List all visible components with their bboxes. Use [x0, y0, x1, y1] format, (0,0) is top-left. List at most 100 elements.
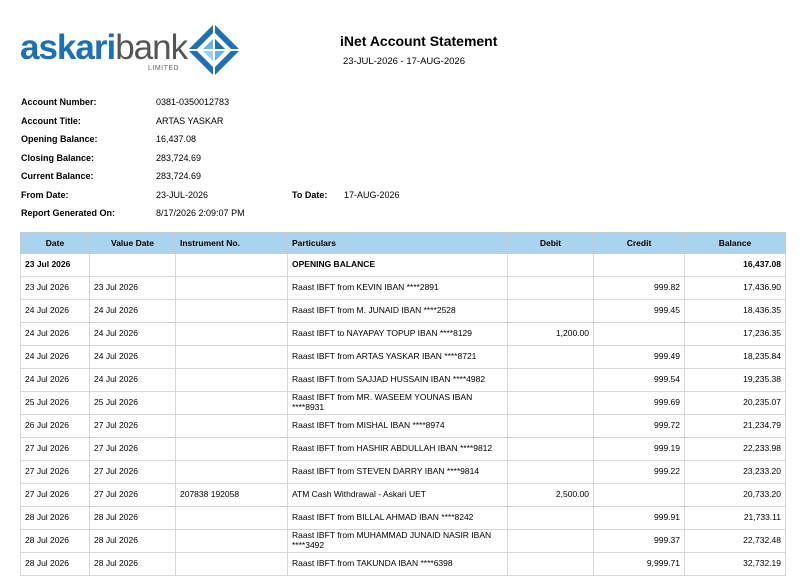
table-row: 24 Jul 2026 24 Jul 2026 Raast IBFT from M.…: [20, 299, 786, 323]
value-date-cell: 28 Jul 2026: [89, 552, 176, 576]
particulars-cell: Raast IBFT from MUHAMMAD JUNAID NASIR IB…: [287, 529, 508, 553]
account-title-value: ARTAS YASKAR: [156, 115, 224, 126]
date-cell: 23 Jul 2026: [20, 253, 90, 277]
instrument-cell: [175, 437, 288, 461]
value-date-cell: 24 Jul 2026: [89, 322, 176, 346]
table-row: 27 Jul 2026 27 Jul 2026 Raast IBFT from ST…: [20, 460, 786, 484]
report-generated-value: 8/17/2026 2:09:07 PM: [156, 208, 245, 218]
value-date-cell: 27 Jul 2026: [89, 483, 176, 507]
table-row: 26 Jul 2026 27 Jul 2026 Raast IBFT from MI…: [20, 414, 786, 438]
debit-cell: [507, 253, 594, 277]
col-header-value-date: Value Date: [89, 232, 176, 254]
particulars-cell: Raast IBFT from MR. WASEEM YOUNAS IBAN *…: [287, 391, 508, 415]
debit-cell: [507, 368, 594, 392]
instrument-cell: [175, 253, 288, 277]
closing-balance-label: Closing Balance:: [21, 152, 95, 163]
table-row: 28 Jul 2026 28 Jul 2026 Raast IBFT from TA…: [20, 552, 786, 576]
instrument-cell: [175, 552, 288, 576]
report-generated-label: Report Generated On:: [21, 208, 116, 218]
from-date-label: From Date:: [21, 189, 69, 200]
date-cell: 28 Jul 2026: [20, 506, 90, 530]
account-number-label: Account Number:: [21, 97, 97, 107]
value-date-cell: 24 Jul 2026: [89, 345, 176, 369]
debit-cell: [507, 460, 594, 484]
table-body: 23 Jul 2026 OPENING BALANCE 16,437.08 23 Ju…: [20, 253, 786, 576]
date-cell: 23 Jul 2026: [20, 276, 90, 300]
table-row: 24 Jul 2026 24 Jul 2026 Raast IBFT to NAYA…: [20, 322, 786, 346]
date-cell: 27 Jul 2026: [20, 437, 90, 461]
instrument-cell: [175, 368, 288, 392]
opening-balance-value: 16,437.08: [156, 134, 197, 144]
closing-balance-value: 283,724.69: [156, 152, 202, 163]
debit-cell: [507, 391, 594, 415]
credit-cell: [593, 253, 685, 277]
date-cell: 24 Jul 2026: [20, 345, 90, 369]
credit-cell: 999.22: [593, 460, 685, 484]
instrument-cell: [175, 322, 288, 346]
debit-cell: [507, 414, 594, 438]
date-cell: 27 Jul 2026: [20, 483, 90, 507]
credit-cell: [593, 322, 685, 346]
to-date-value: 17-AUG-2026: [344, 189, 400, 200]
balance-cell: 22,233.98: [684, 437, 786, 461]
particulars-cell: Raast IBFT from SAJJAD HUSSAIN IBAN ****…: [287, 368, 508, 392]
col-header-instrument: Instrument No.: [175, 232, 288, 254]
bank-logo-wordmark: askaribank: [20, 28, 188, 67]
particulars-cell: Raast IBFT from HASHIR ABDULLAH IBAN ***…: [287, 437, 508, 461]
value-date-cell: 28 Jul 2026: [89, 529, 176, 553]
balance-cell: 18,436.35: [684, 299, 786, 323]
particulars-cell: Raast IBFT to NAYAPAY TOPUP IBAN ****812…: [287, 322, 508, 346]
value-date-cell: 27 Jul 2026: [89, 414, 176, 438]
date-cell: 28 Jul 2026: [20, 529, 90, 553]
particulars-cell: Raast IBFT from M. JUNAID IBAN ****2528: [287, 299, 508, 323]
balance-cell: 22,732.48: [684, 529, 786, 553]
table-row: 23 Jul 2026 OPENING BALANCE 16,437.08: [20, 253, 786, 277]
account-number-value: 0381-0350012783: [156, 97, 230, 107]
bank-logo-limited: LIMITED: [148, 65, 180, 72]
instrument-cell: [175, 299, 288, 323]
date-cell: 27 Jul 2026: [20, 460, 90, 484]
value-date-cell: 24 Jul 2026: [89, 299, 176, 323]
date-cell: 25 Jul 2026: [20, 391, 90, 415]
balance-cell: 16,437.08: [684, 253, 786, 277]
balance-cell: 21,733.11: [684, 506, 786, 530]
particulars-cell: Raast IBFT from ARTAS YASKAR IBAN ****87…: [287, 345, 508, 369]
transactions-table: Date Value Date Instrument No. Particula…: [20, 232, 786, 576]
particulars-cell: Raast IBFT from TAKUNDA IBAN ****6398: [287, 552, 508, 576]
credit-cell: 999.72: [593, 414, 685, 438]
value-date-cell: 27 Jul 2026: [89, 460, 176, 484]
col-header-date: Date: [20, 232, 90, 254]
statement-title: iNet Account Statement: [340, 33, 498, 49]
balance-cell: 23,233.20: [684, 460, 786, 484]
balance-cell: 20,733.20: [684, 483, 786, 507]
table-row: 25 Jul 2026 25 Jul 2026 Raast IBFT from MR…: [20, 391, 786, 415]
balance-cell: 32,732.19: [684, 552, 786, 576]
date-cell: 24 Jul 2026: [20, 368, 90, 392]
credit-cell: 999.54: [593, 368, 685, 392]
balance-cell: 19,235.38: [684, 368, 786, 392]
debit-cell: [507, 437, 594, 461]
value-date-cell: 25 Jul 2026: [89, 391, 176, 415]
date-cell: 24 Jul 2026: [20, 322, 90, 346]
date-cell: 26 Jul 2026: [20, 414, 90, 438]
statement-date-range: 23-JUL-2026 - 17-AUG-2026: [343, 56, 465, 67]
debit-cell: [507, 529, 594, 553]
value-date-cell: 24 Jul 2026: [89, 368, 176, 392]
value-date-cell: 28 Jul 2026: [89, 506, 176, 530]
bank-logo: askaribank LIMITED: [20, 22, 250, 80]
col-header-balance: Balance: [684, 232, 786, 254]
table-row: 23 Jul 2026 23 Jul 2026 Raast IBFT from KE…: [20, 276, 786, 300]
col-header-particulars: Particulars: [287, 232, 508, 254]
debit-cell: [507, 345, 594, 369]
balance-cell: 18,235.84: [684, 345, 786, 369]
credit-cell: 999.49: [593, 345, 685, 369]
table-row: 28 Jul 2026 28 Jul 2026 Raast IBFT from BI…: [20, 506, 786, 530]
particulars-cell: Raast IBFT from KEVIN IBAN ****2891: [287, 276, 508, 300]
col-header-debit: Debit: [507, 232, 594, 254]
credit-cell: 9,999.71: [593, 552, 685, 576]
debit-cell: [507, 276, 594, 300]
credit-cell: 999.37: [593, 529, 685, 553]
debit-cell: [507, 552, 594, 576]
balance-cell: 17,236.35: [684, 322, 786, 346]
date-cell: 28 Jul 2026: [20, 552, 90, 576]
